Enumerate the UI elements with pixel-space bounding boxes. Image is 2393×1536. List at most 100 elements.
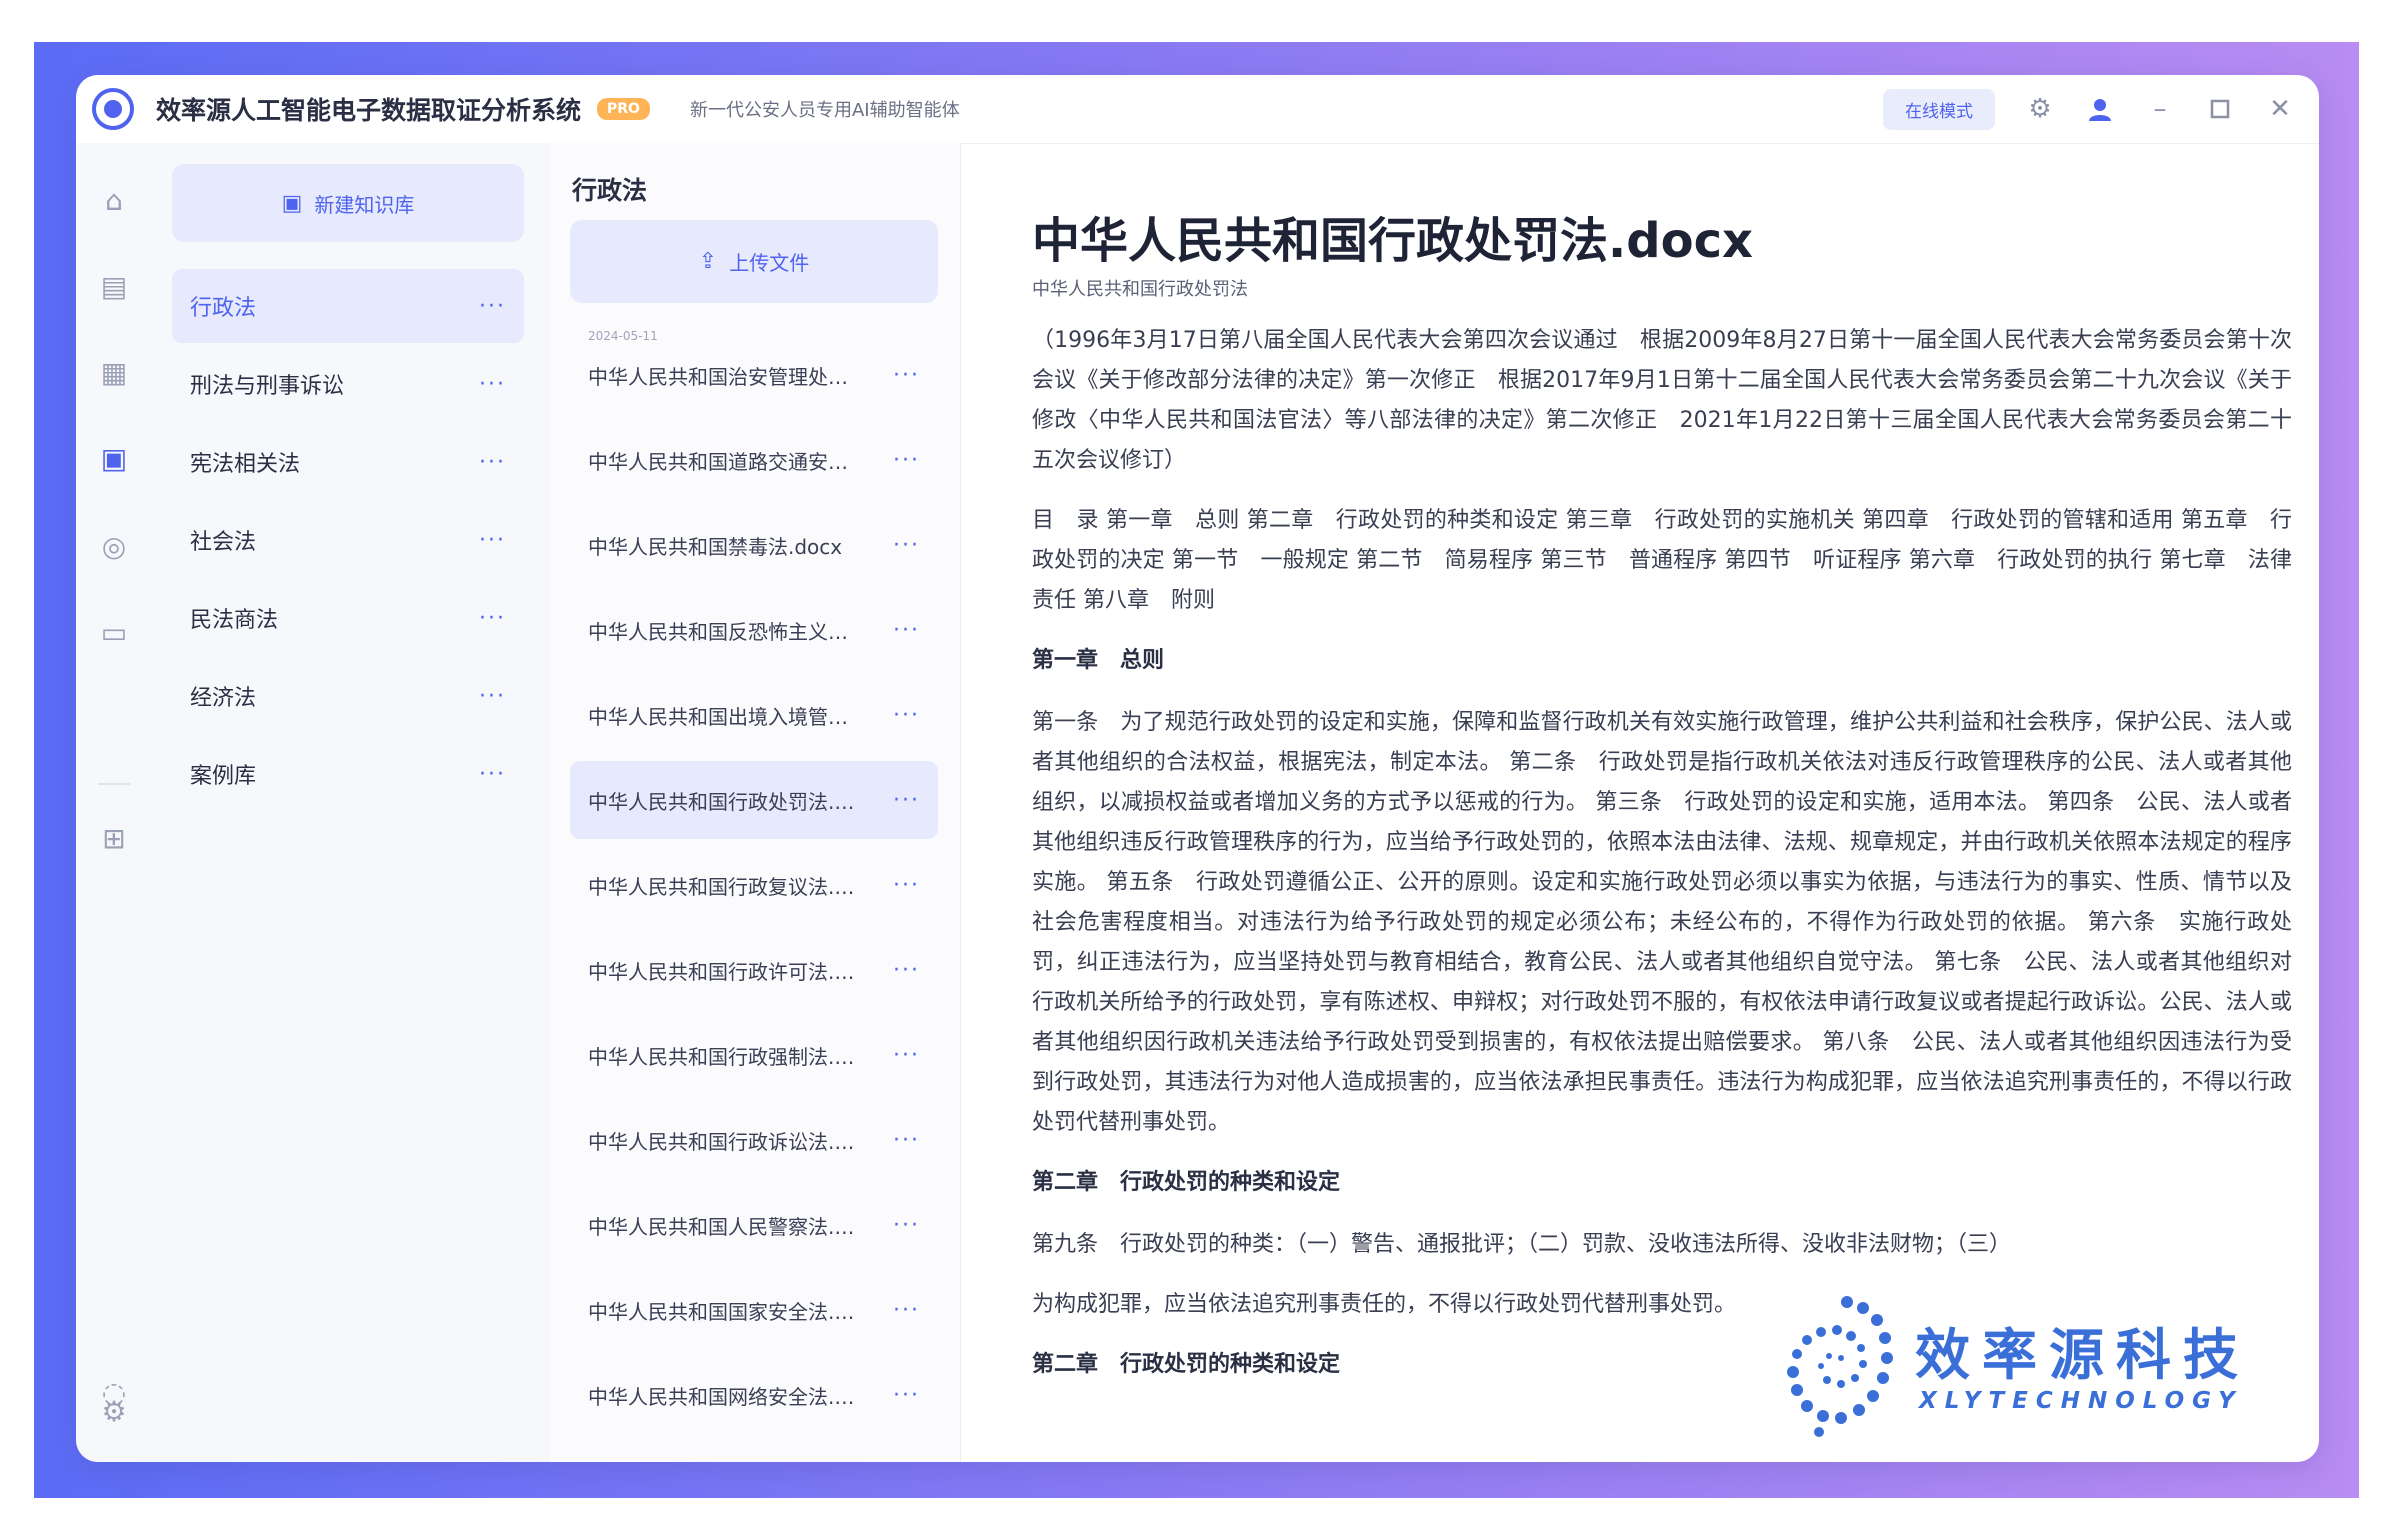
file-item[interactable]: 中华人民共和国行政处罚法.docx ··· (570, 761, 938, 839)
upload-icon: ⇪ (698, 249, 718, 274)
file-name: 中华人民共和国行政诉讼法.docx (588, 1129, 858, 1154)
more-icon[interactable]: ··· (893, 703, 920, 728)
more-icon[interactable]: ··· (479, 450, 506, 475)
category-item[interactable]: 民法商法 ··· (172, 581, 524, 655)
more-icon[interactable]: ··· (479, 372, 506, 397)
more-icon[interactable]: ··· (893, 363, 920, 388)
more-icon[interactable]: ··· (893, 958, 920, 983)
file-item[interactable]: 中华人民共和国行政强制法.docx ··· (570, 1016, 938, 1094)
more-icon[interactable]: ··· (893, 788, 920, 813)
brand-watermark: 效率源科技 XLYTECHNOLOGY (1785, 1288, 2305, 1438)
knowledge-base-icon[interactable]: ▣ (95, 439, 133, 477)
file-name: 中华人民共和国国家安全法.docx (588, 1299, 858, 1324)
more-icon[interactable]: ··· (479, 294, 506, 319)
category-label: 民法商法 (190, 608, 279, 633)
maximize-icon[interactable] (2205, 94, 2235, 124)
file-item[interactable]: 中华人民共和国禁毒法.docx ··· (570, 506, 938, 584)
more-icon[interactable]: ··· (893, 1298, 920, 1323)
file-item[interactable]: 中华人民共和国治安管理处罚法.docx ··· (570, 336, 938, 414)
title-bar-actions: 在线模式 ⚙ – ✕ (1883, 88, 2295, 130)
more-icon[interactable]: ··· (893, 1213, 920, 1238)
category-item[interactable]: 经济法 ··· (172, 659, 524, 733)
file-item[interactable]: 中华人民共和国网络安全法.docx ··· (570, 1356, 938, 1434)
category-item[interactable]: 刑法与刑事诉讼 ··· (172, 347, 524, 421)
settings-gear-icon[interactable]: ⚙ (2025, 94, 2055, 124)
category-item[interactable]: 案例库 ··· (172, 737, 524, 811)
category-label: 行政法 (190, 296, 257, 321)
file-name: 中华人民共和国行政强制法.docx (588, 1044, 858, 1069)
file-name: 中华人民共和国道路交通安全法.docx (588, 449, 858, 474)
category-panel: ▣ 新建知识库 行政法 ··· 刑法与刑事诉讼 ··· 宪法相关法 ··· 社会… (152, 143, 551, 1462)
app-title: 效率源人工智能电子数据取证分析系统 (156, 96, 582, 125)
app-subtitle: 新一代公安人员专用AI辅助智能体 (689, 100, 960, 121)
file-item[interactable]: 中华人民共和国人民警察法.docx ··· (570, 1186, 938, 1264)
rail-divider (98, 783, 130, 785)
minimize-icon[interactable]: – (2145, 94, 2175, 124)
file-item[interactable]: 中华人民共和国行政诉讼法.docx ··· (570, 1101, 938, 1179)
file-name: 中华人民共和国反恐怖主义法.docx (588, 619, 858, 644)
more-icon[interactable]: ··· (893, 1128, 920, 1153)
document-paragraph: 第一条 为了规范行政处罚的设定和实施，保障和监督行政机关有效实施行政管理，维护公… (1032, 710, 2292, 1135)
file-name: 中华人民共和国禁毒法.docx (588, 534, 843, 559)
search-icon[interactable]: ◎ (95, 527, 133, 565)
more-icon[interactable]: ··· (479, 762, 506, 787)
file-list-panel: 行政法 ⇪ 上传文件 2024-05-11 中华人民共和国治安管理处罚法.doc… (550, 143, 961, 1462)
document-title: 中华人民共和国行政处罚法.docx (1032, 213, 1753, 269)
more-icon[interactable]: ··· (893, 1383, 920, 1408)
brand-name-en: XLYTECHNOLOGY (1919, 1388, 2243, 1414)
file-item[interactable]: 中华人民共和国反恐怖主义法.docx ··· (570, 591, 938, 669)
document-add-icon: ▣ (281, 190, 303, 216)
file-item[interactable]: 中华人民共和国道路交通安全法.docx ··· (570, 421, 938, 499)
document-heading: 第一章 总则 (1032, 648, 1165, 673)
file-item[interactable]: 中华人民共和国出境入境管理法.docx ··· (570, 676, 938, 754)
case-icon[interactable]: ▦ (95, 353, 133, 391)
file-item[interactable]: 中华人民共和国行政复议法.docx ··· (570, 846, 938, 924)
document-paragraph: （1996年3月17日第八届全国人民代表大会第四次会议通过 根据2009年8月2… (1032, 328, 2292, 473)
category-item[interactable]: 社会法 ··· (172, 503, 524, 577)
system-settings-icon[interactable]: ⚙ (95, 1392, 133, 1430)
more-icon[interactable]: ··· (479, 528, 506, 553)
title-bar: 效率源人工智能电子数据取证分析系统 PRO 新一代公安人员专用AI辅助智能体 在… (76, 75, 2319, 144)
category-label: 案例库 (190, 764, 257, 789)
more-icon[interactable]: ··· (479, 606, 506, 631)
document-heading: 第二章 行政处罚的种类和设定 (1032, 1170, 1341, 1195)
upload-label: 上传文件 (729, 251, 810, 275)
file-item[interactable]: 中华人民共和国行政许可法.docx ··· (570, 931, 938, 1009)
document-body: （1996年3月17日第八届全国人民代表大会第四次会议通过 根据2009年8月2… (1032, 321, 2292, 1407)
more-icon[interactable]: ··· (893, 533, 920, 558)
file-name: 中华人民共和国人民警察法.docx (588, 1214, 858, 1239)
new-knowledge-base-label: 新建知识库 (314, 192, 415, 217)
icon-rail: ⌂ ▤ ▦ ▣ ◎ ▭ ⊞ ◌ (76, 143, 152, 1462)
apps-grid-icon[interactable]: ⊞ (95, 819, 133, 857)
category-label: 宪法相关法 (190, 452, 301, 477)
monitor-icon[interactable]: ▭ (95, 613, 133, 651)
more-icon[interactable]: ··· (893, 618, 920, 643)
app-window: 效率源人工智能电子数据取证分析系统 PRO 新一代公安人员专用AI辅助智能体 在… (76, 75, 2319, 1462)
more-icon[interactable]: ··· (893, 1043, 920, 1068)
pro-badge: PRO (597, 98, 650, 120)
more-icon[interactable]: ··· (893, 448, 920, 473)
category-item[interactable]: 行政法 ··· (172, 269, 524, 343)
file-name: 中华人民共和国治安管理处罚法.docx (588, 364, 858, 389)
file-name: 中华人民共和国出境入境管理法.docx (588, 704, 858, 729)
document-viewer: 中华人民共和国行政处罚法.docx 中华人民共和国行政处罚法 （1996年3月1… (960, 143, 2319, 1462)
category-label: 刑法与刑事诉讼 (190, 374, 345, 399)
document-paragraph: 第九条 行政处罚的种类：（一）警告、通报批评；（二）罚款、没收违法所得、没收非法… (1032, 1232, 2012, 1257)
database-icon[interactable]: ▤ (95, 267, 133, 305)
close-icon[interactable]: ✕ (2265, 94, 2295, 124)
user-avatar-icon[interactable] (2085, 94, 2115, 124)
category-item[interactable]: 宪法相关法 ··· (172, 425, 524, 499)
more-icon[interactable]: ··· (479, 684, 506, 709)
mode-button[interactable]: 在线模式 (1883, 88, 1995, 130)
app-logo-icon (92, 88, 134, 130)
document-subtitle: 中华人民共和国行政处罚法 (1032, 279, 1248, 300)
new-knowledge-base-button[interactable]: ▣ 新建知识库 (172, 164, 524, 242)
upload-file-button[interactable]: ⇪ 上传文件 (570, 220, 938, 303)
file-item[interactable]: 中华人民共和国国家安全法.docx ··· (570, 1271, 938, 1349)
file-name: 中华人民共和国网络安全法.docx (588, 1384, 858, 1409)
file-name: 中华人民共和国行政许可法.docx (588, 959, 858, 984)
category-label: 经济法 (190, 686, 257, 711)
document-paragraph: 目 录 第一章 总则 第二章 行政处罚的种类和设定 第三章 行政处罚的实施机关 … (1032, 508, 2292, 613)
more-icon[interactable]: ··· (893, 873, 920, 898)
home-icon[interactable]: ⌂ (95, 181, 133, 219)
